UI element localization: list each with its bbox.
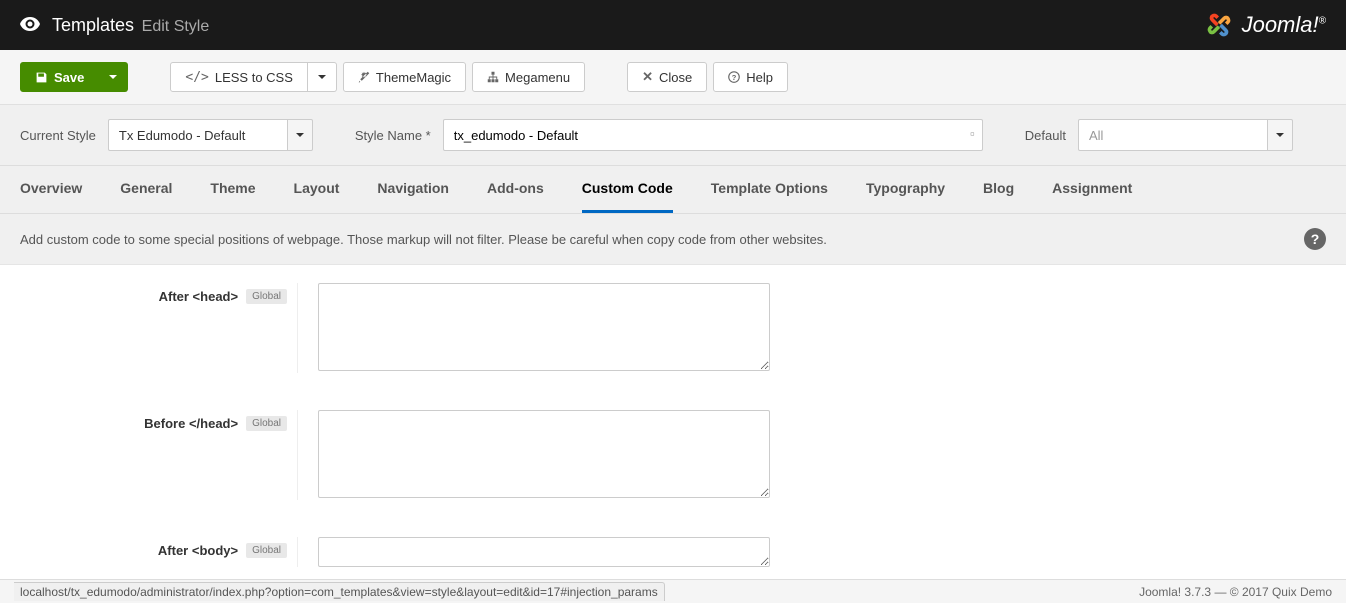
tab-template-options[interactable]: Template Options xyxy=(711,166,828,213)
thememagic-button[interactable]: ThemeMagic xyxy=(343,62,466,92)
save-icon xyxy=(35,71,48,84)
header-left: Templates Edit Style xyxy=(20,15,209,36)
question-icon: ? xyxy=(728,71,740,83)
form-area: After <head> Global Before </head> Globa… xyxy=(0,265,1346,585)
tab-general[interactable]: General xyxy=(120,166,172,213)
caret-down-icon xyxy=(1276,133,1284,137)
sitemap-icon xyxy=(487,71,499,83)
footer: localhost/tx_edumodo/administrator/index… xyxy=(0,579,1346,603)
field-before-head-close: Before </head> Global xyxy=(0,391,1346,518)
tab-theme[interactable]: Theme xyxy=(210,166,255,213)
field-label: After <head> xyxy=(159,289,238,304)
page-title: Templates Edit Style xyxy=(52,15,209,36)
megamenu-button[interactable]: Megamenu xyxy=(472,62,585,92)
default-value: All xyxy=(1078,119,1268,151)
default-label: Default xyxy=(1025,128,1066,143)
joomla-logo[interactable]: Joomla!® xyxy=(1202,8,1326,42)
current-style-select[interactable]: Tx Edumodo - Default xyxy=(108,119,313,151)
save-dropdown-button[interactable] xyxy=(99,62,128,92)
global-badge: Global xyxy=(246,416,287,431)
field-label: After <body> xyxy=(158,543,238,558)
field-after-head: After <head> Global xyxy=(0,265,1346,391)
less-to-css-button[interactable]: </> LESS to CSS xyxy=(170,62,308,92)
caret-down-icon xyxy=(296,133,304,137)
current-style-label: Current Style xyxy=(20,128,96,143)
less-group: </> LESS to CSS xyxy=(170,62,337,92)
default-caret[interactable] xyxy=(1268,119,1293,151)
top-header: Templates Edit Style Joomla!® xyxy=(0,0,1346,50)
style-name-label: Style Name * xyxy=(355,128,431,143)
magic-icon xyxy=(358,71,370,83)
code-icon: </> xyxy=(185,70,208,85)
caret-down-icon xyxy=(109,75,117,79)
tab-layout[interactable]: Layout xyxy=(294,166,340,213)
status-url: localhost/tx_edumodo/administrator/index… xyxy=(14,582,665,601)
help-icon[interactable]: ? xyxy=(1304,228,1326,250)
field-label: Before </head> xyxy=(144,416,238,431)
tab-addons[interactable]: Add-ons xyxy=(487,166,544,213)
default-select[interactable]: All xyxy=(1078,119,1293,151)
caret-down-icon xyxy=(318,75,326,79)
label-col: Before </head> Global xyxy=(20,410,298,500)
global-badge: Global xyxy=(246,289,287,304)
tab-typography[interactable]: Typography xyxy=(866,166,945,213)
tab-custom-code[interactable]: Custom Code xyxy=(582,166,673,213)
save-group: Save xyxy=(20,62,128,92)
description-text: Add custom code to some special position… xyxy=(20,232,827,247)
tab-blog[interactable]: Blog xyxy=(983,166,1014,213)
after-body-textarea[interactable] xyxy=(318,537,770,567)
preview-icon[interactable] xyxy=(20,15,40,36)
tab-overview[interactable]: Overview xyxy=(20,166,82,213)
tabs: Overview General Theme Layout Navigation… xyxy=(0,166,1346,214)
label-col: After <head> Global xyxy=(20,283,298,373)
help-button[interactable]: ? Help xyxy=(713,62,788,92)
close-icon: ✕ xyxy=(642,69,653,85)
footer-right: Joomla! 3.7.3 — © 2017 Quix Demo xyxy=(1139,585,1332,599)
field-after-body: After <body> Global xyxy=(0,518,1346,585)
current-style-caret[interactable] xyxy=(288,119,313,151)
style-name-input[interactable] xyxy=(443,119,983,151)
close-button[interactable]: ✕ Close xyxy=(627,62,707,92)
tab-assignment[interactable]: Assignment xyxy=(1052,166,1132,213)
label-col: After <body> Global xyxy=(20,537,298,567)
global-badge: Global xyxy=(246,543,287,558)
before-head-close-textarea[interactable] xyxy=(318,410,770,498)
brand-text: Joomla!® xyxy=(1242,12,1326,38)
less-dropdown-button[interactable] xyxy=(308,62,337,92)
description-bar: Add custom code to some special position… xyxy=(0,214,1346,265)
joomla-icon xyxy=(1202,8,1236,42)
tab-navigation[interactable]: Navigation xyxy=(377,166,449,213)
svg-text:?: ? xyxy=(732,73,737,82)
input-indicator-icon: ▫ xyxy=(970,126,975,141)
toolbar: Save </> LESS to CSS ThemeMagic Megamenu… xyxy=(0,50,1346,105)
after-head-textarea[interactable] xyxy=(318,283,770,371)
filter-row: Current Style Tx Edumodo - Default Style… xyxy=(0,105,1346,166)
save-button[interactable]: Save xyxy=(20,62,99,92)
current-style-value: Tx Edumodo - Default xyxy=(108,119,288,151)
